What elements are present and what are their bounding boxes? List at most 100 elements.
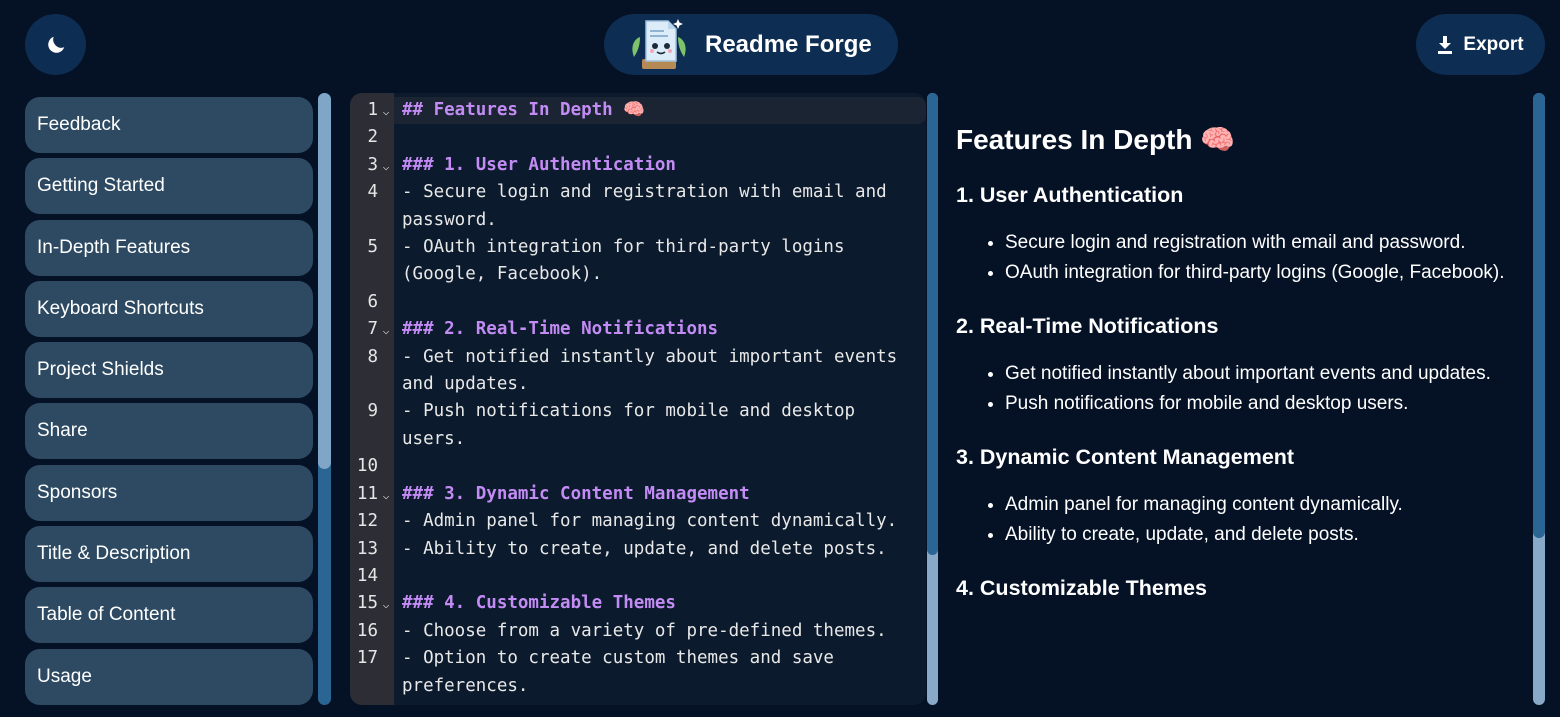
app-title: Readme Forge [705,30,872,58]
sidebar-item-label: Feedback [37,114,121,135]
editor-line[interactable]: 17 - Option to create custom themes and s… [350,645,926,700]
theme-toggle-button[interactable] [25,14,86,75]
line-content[interactable]: ### 1. User Authentication [394,152,926,179]
fold-chevron-icon[interactable]: ⌵ [378,97,394,124]
line-number: 9 [367,401,378,422]
sidebar-item-label: Table of Content [37,604,176,626]
line-content[interactable]: - Secure login and registration with ema… [394,179,926,234]
document-mascot-logo [632,18,686,69]
list-item: Push notifications for mobile and deskto… [1005,389,1528,419]
sidebar-item-sponsors[interactable]: Sponsors [25,464,313,521]
editor-line[interactable]: 13 - Ability to create, update, and delet… [350,536,926,563]
list-item: Admin panel for managing content dynamic… [1005,490,1528,520]
sidebar-item-table-of-content[interactable]: Table of Content [25,587,313,644]
editor-line[interactable]: 14 [350,563,926,590]
download-icon [1438,35,1453,54]
line-content[interactable] [394,563,926,590]
editor-line[interactable]: 6 [350,289,926,316]
editor-scrollbar[interactable] [927,93,938,705]
editor-scrollbar-thumb[interactable] [927,93,938,555]
line-number: 10 [356,456,378,477]
editor-line[interactable]: 2 [350,124,926,151]
fold-chevron-icon[interactable]: ⌵ [378,152,394,179]
sidebar-item-title-description[interactable]: Title & Description [25,526,313,583]
editor-line[interactable]: 8 - Get notified instantly about importan… [350,344,926,399]
preview-scrollbar[interactable] [1533,93,1545,705]
sidebar-item-label: Sponsors [37,481,118,503]
line-number: 8 [367,346,378,367]
editor-line[interactable]: 4 - Secure login and registration with em… [350,179,926,234]
sidebar-item-keyboard-shortcuts[interactable]: Keyboard Shortcuts [25,280,313,337]
editor-line[interactable]: 9 - Push notifications for mobile and des… [350,398,926,453]
sidebar-item-label: Share [37,420,88,442]
editor-lines: 1 ⌵ ## Features In Depth 🧠 2 3 ⌵ ### 1. User A… [350,97,926,700]
sidebar-item-share[interactable]: Share [25,403,313,460]
export-label: Export [1463,33,1524,55]
sidebar-item-usage[interactable]: Usage [25,648,313,705]
sidebar-item-label: Usage [37,665,92,687]
preview-section-heading: 2. Real-Time Notifications [956,314,1219,338]
fold-chevron-icon[interactable]: ⌵ [378,590,394,617]
markdown-preview: Features In Depth 🧠 1. User Authenticati… [956,98,1528,705]
sidebar-item-feedback[interactable]: Feedback [25,97,313,153]
line-content[interactable]: - OAuth integration for third-party logi… [394,234,926,289]
line-number: 1 [367,100,378,120]
line-content[interactable]: - Option to create custom themes and sav… [394,645,926,700]
line-content[interactable]: - Get notified instantly about important… [394,344,926,399]
sidebar-scrollbar-thumb[interactable] [318,93,331,469]
preview-scrollbar-thumb[interactable] [1533,93,1545,538]
line-content[interactable]: ### 3. Dynamic Content Management [394,481,926,508]
line-content[interactable]: ### 2. Real-Time Notifications [394,316,926,343]
sidebar-item-getting-started[interactable]: Getting Started [25,158,313,215]
line-content[interactable]: - Push notifications for mobile and desk… [394,398,926,453]
sidebar-scrollbar[interactable] [318,93,331,705]
markdown-editor[interactable]: 1 ⌵ ## Features In Depth 🧠 2 3 ⌵ ### 1. User A… [350,93,926,705]
sidebar-item-label: Keyboard Shortcuts [37,297,204,319]
line-content[interactable]: - Choose from a variety of pre-defined t… [394,618,926,645]
line-content[interactable] [394,453,926,480]
line-number: 16 [356,620,378,641]
editor-line[interactable]: 10 [350,453,926,480]
editor-line[interactable]: 15 ⌵ ### 4. Customizable Themes [350,590,926,617]
line-content[interactable] [394,289,926,316]
line-number: 15 [356,593,378,614]
line-content[interactable]: ## Features In Depth 🧠 [394,97,926,125]
line-content[interactable] [394,124,926,151]
editor-line[interactable]: 12 - Admin panel for managing content dyn… [350,508,926,535]
editor-line[interactable]: 1 ⌵ ## Features In Depth 🧠 [350,97,926,125]
line-content[interactable]: ### 4. Customizable Themes [394,590,926,617]
line-number: 6 [367,291,378,312]
fold-chevron-icon[interactable]: ⌵ [378,481,394,508]
line-content[interactable]: - Ability to create, update, and delete … [394,536,926,563]
sidebar-item-in-depth-features[interactable]: In-Depth Features [25,219,313,276]
export-button[interactable]: Export [1416,14,1545,75]
preview-section-heading: 3. Dynamic Content Management [956,445,1295,469]
editor-line[interactable]: 7 ⌵ ### 2. Real-Time Notifications [350,316,926,343]
list-item: Secure login and registration with email… [1005,228,1528,258]
sidebar-item-project-shields[interactable]: Project Shields [25,342,313,399]
editor-line[interactable]: 16 - Choose from a variety of pre-defined… [350,618,926,645]
sidebar-item-label: Getting Started [37,175,165,197]
preview-section-heading: 4. Customizable Themes [956,576,1207,600]
line-number: 3 [367,154,378,175]
section-sidebar: Feedback Getting Started In-Depth Featur… [25,97,313,710]
editor-line[interactable]: 11 ⌵ ### 3. Dynamic Content Management [350,481,926,508]
line-content[interactable]: - Admin panel for managing content dynam… [394,508,926,535]
line-number: 7 [367,319,378,340]
preview-section-heading: 1. User Authentication [956,183,1184,207]
list-item: Ability to create, update, and delete po… [1005,520,1528,550]
editor-line[interactable]: 3 ⌵ ### 1. User Authentication [350,152,926,179]
editor-line[interactable]: 5 - OAuth integration for third-party log… [350,234,926,289]
preview-list: Admin panel for managing content dynamic… [956,490,1528,549]
fold-chevron-icon[interactable]: ⌵ [378,316,394,343]
preview-list: Secure login and registration with email… [956,228,1528,287]
